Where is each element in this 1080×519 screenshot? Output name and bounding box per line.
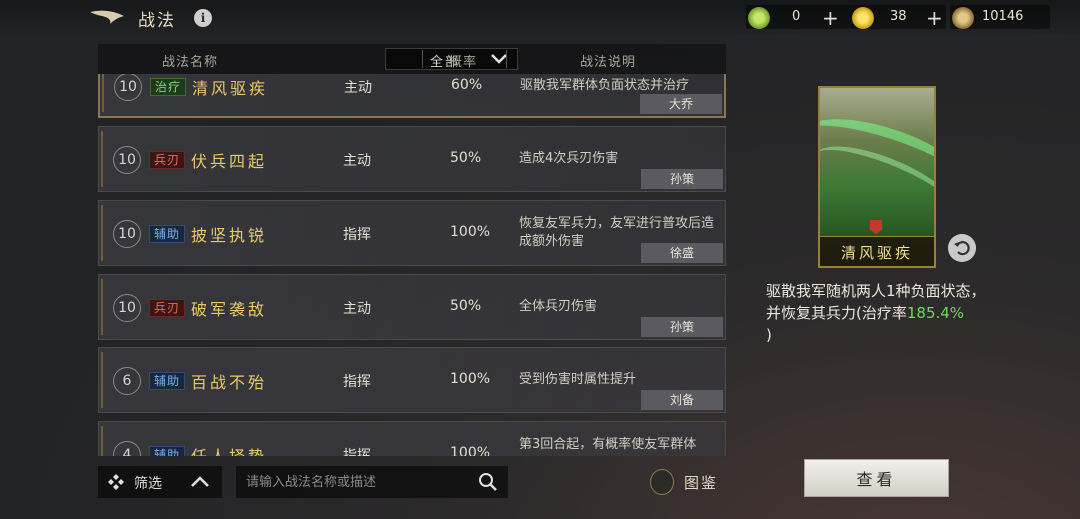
level-badge: 10 (114, 74, 142, 101)
skill-rate: 60% (451, 77, 483, 93)
chevron-up-icon (191, 476, 209, 487)
skill-desc: 全体兵刃伤害 (519, 299, 598, 314)
skill-rate: 100% (450, 445, 491, 456)
currency-jade: 0 + (746, 5, 850, 30)
info-icon[interactable]: i (194, 9, 212, 27)
owner-general: 大乔 (640, 94, 722, 114)
back-icon[interactable] (88, 8, 128, 28)
skill-type: 主动 (343, 301, 371, 317)
skill-type: 指挥 (343, 448, 371, 456)
add-gold-icon[interactable]: + (926, 6, 943, 30)
skill-desc: 受到伤害时属性提升 (519, 372, 637, 387)
skill-type: 指挥 (343, 374, 371, 390)
skill-name: 伏兵四起 (191, 152, 268, 171)
table-header: 战法名称 全部 概率 战法说明 (98, 44, 726, 74)
jade-coin-icon (748, 7, 770, 29)
skill-row[interactable]: 10 兵刃 破军袭敌 主动 50% 全体兵刃伤害 孙策 (98, 274, 726, 340)
search-icon[interactable] (478, 472, 498, 492)
skill-tag: 兵刃 (149, 299, 186, 317)
skill-list[interactable]: 10 治疗 清风驱疾 主动 60% 驱散我军群体负面状态并治疗 大乔 10 兵刃… (98, 74, 726, 456)
owner-general: 孙策 (641, 169, 723, 189)
skill-desc: 造成4次兵刃伤害 (519, 151, 619, 166)
view-button[interactable]: 查看 (804, 459, 949, 497)
owner-general: 刘备 (641, 390, 723, 410)
copper-coin-icon (952, 7, 974, 29)
skill-rate: 100% (450, 371, 491, 387)
divider (506, 50, 507, 68)
currency-copper: 10146 (950, 5, 1050, 29)
skill-row[interactable]: 6 辅助 百战不殆 指挥 100% 受到伤害时属性提升 刘备 (98, 347, 726, 413)
currency-gold: 38 + (850, 5, 946, 30)
rotate-icon[interactable] (948, 234, 976, 262)
skill-rate: 50% (450, 150, 482, 166)
col-rate-header: 概率 (449, 55, 478, 70)
skill-name: 任人择势 (191, 443, 267, 456)
detail-desc-end: ) (766, 326, 772, 344)
filter-button[interactable]: 筛选 (98, 466, 222, 498)
search-input[interactable] (236, 466, 508, 498)
skill-name: 破军袭敌 (191, 300, 268, 319)
skill-name: 清风驱疾 (192, 79, 269, 98)
skill-row[interactable]: 10 治疗 清风驱疾 主动 60% 驱散我军群体负面状态并治疗 大乔 (98, 74, 726, 118)
skill-rate: 100% (450, 224, 491, 240)
atlas-label[interactable]: 图鉴 (684, 472, 718, 493)
skill-row[interactable]: 4 辅助 任人择势 指挥 100% 第3回合起，有概率使友军群体 (98, 421, 726, 456)
skill-row[interactable]: 10 兵刃 伏兵四起 主动 50% 造成4次兵刃伤害 孙策 (98, 126, 726, 192)
skill-tag: 辅助 (149, 446, 186, 456)
skill-tag: 兵刃 (149, 151, 186, 169)
heal-rate: 185.4% (906, 304, 965, 322)
atlas-icon[interactable] (650, 469, 674, 495)
skill-desc: 驱散我军群体负面状态并治疗 (520, 78, 690, 93)
card-name: 清风驱疾 (840, 244, 913, 262)
add-jade-icon[interactable]: + (822, 6, 839, 30)
skill-type: 主动 (344, 80, 372, 96)
card-name-bar: 清风驱疾 (820, 236, 934, 266)
skill-tag: 治疗 (150, 78, 187, 96)
gold-value: 38 (890, 9, 907, 24)
skill-tag: 辅助 (149, 225, 186, 243)
skill-name: 披坚执锐 (191, 226, 268, 245)
gold-coin-icon (852, 7, 874, 29)
level-badge: 6 (113, 367, 141, 395)
skill-card: 清风驱疾 (818, 86, 936, 268)
col-name-header: 战法名称 (162, 55, 219, 70)
skill-type: 主动 (343, 153, 371, 169)
divider (422, 50, 423, 68)
skill-desc: 第3回合起，有概率使友军群体 (519, 437, 697, 452)
level-badge: 10 (113, 294, 141, 322)
skill-name: 百战不殆 (191, 373, 268, 392)
filter-diamond-icon (108, 474, 124, 490)
skill-type: 指挥 (343, 227, 371, 243)
copper-value: 10146 (982, 9, 1024, 24)
level-badge: 4 (113, 441, 141, 456)
owner-general: 孙策 (641, 317, 723, 337)
top-bar: 战法 i 0 + 38 + 10146 (0, 0, 1080, 36)
level-badge: 10 (113, 146, 141, 174)
skill-row[interactable]: 10 辅助 披坚执锐 指挥 100% 恢复友军兵力，友军进行普攻后造成额外伤害 … (98, 200, 726, 266)
faction-emblem-icon (870, 220, 882, 234)
skill-detail-text: 驱散我军随机两人1种负面状态，并恢复其兵力(治疗率185.4%) (766, 280, 996, 346)
owner-general: 徐盛 (641, 243, 723, 263)
level-badge: 10 (113, 220, 141, 248)
jade-value: 0 (792, 9, 801, 24)
skill-tag: 辅助 (149, 372, 186, 390)
filter-label: 筛选 (134, 476, 162, 492)
col-desc-header: 战法说明 (580, 55, 637, 70)
skill-rate: 50% (450, 298, 482, 314)
page-title: 战法 (138, 11, 176, 31)
